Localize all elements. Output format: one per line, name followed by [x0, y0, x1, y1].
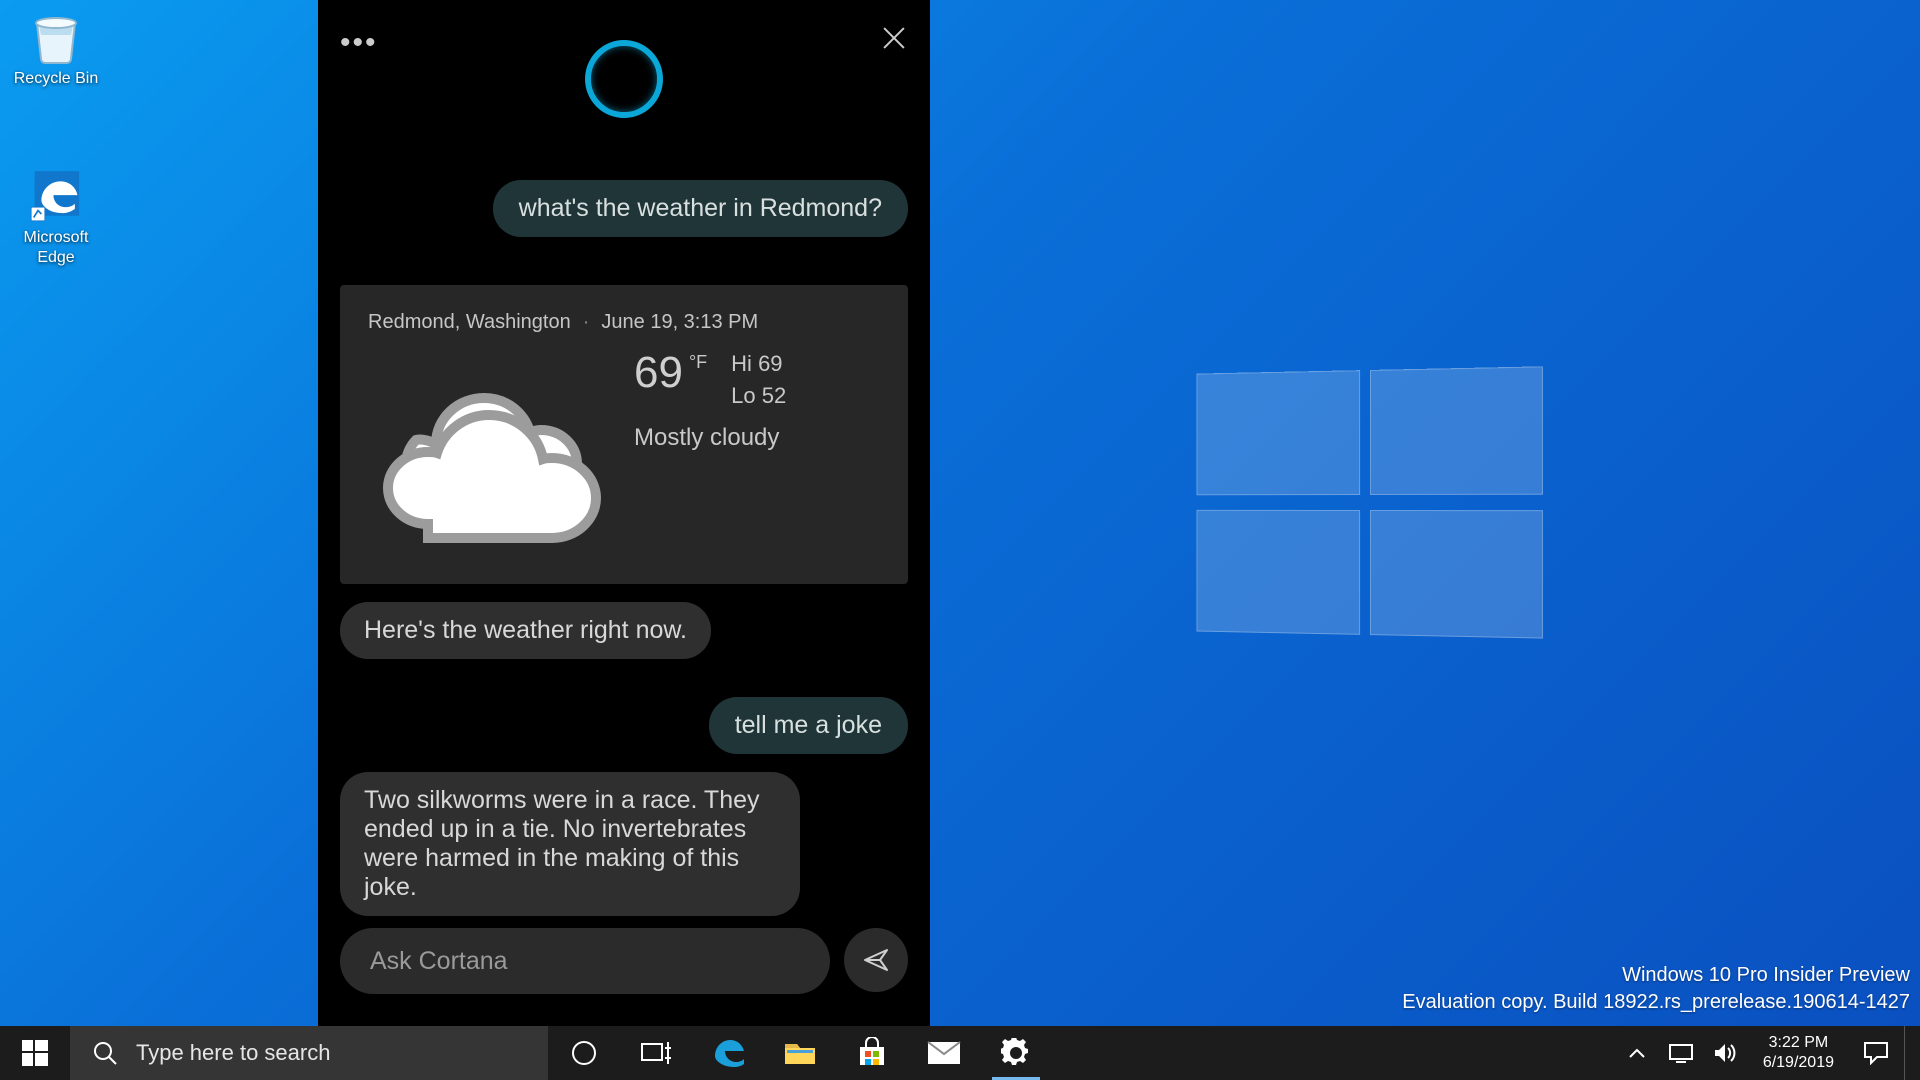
clock-date: 6/19/2019: [1763, 1053, 1834, 1073]
weather-cloudy-icon: [368, 348, 608, 548]
user-message: tell me a joke: [709, 697, 908, 754]
taskbar-app-explorer[interactable]: [764, 1026, 836, 1080]
taskbar-app-store[interactable]: [836, 1026, 908, 1080]
tray-network[interactable]: [1661, 1026, 1701, 1080]
windows-watermark: Windows 10 Pro Insider Preview Evaluatio…: [1402, 962, 1910, 1016]
assistant-message: Here's the weather right now.: [340, 602, 711, 659]
tray-overflow[interactable]: [1617, 1026, 1657, 1080]
taskbar-app-edge[interactable]: [692, 1026, 764, 1080]
send-icon: [862, 946, 890, 974]
cortana-circle-icon: [570, 1039, 598, 1067]
mail-icon: [926, 1040, 962, 1066]
taskbar-search[interactable]: [70, 1026, 548, 1080]
desktop-icon-recycle-bin[interactable]: Recycle Bin: [8, 10, 104, 88]
edge-icon: [711, 1036, 745, 1070]
wallpaper-windows-logo: [1196, 366, 1549, 644]
store-icon: [856, 1037, 888, 1069]
cortana-ring-icon: [585, 40, 663, 118]
action-center-button[interactable]: [1852, 1026, 1900, 1080]
more-options-button[interactable]: •••: [340, 26, 378, 60]
gear-icon: [1001, 1038, 1031, 1068]
weather-location: Redmond, Washington: [368, 311, 571, 334]
network-icon: [1668, 1042, 1694, 1064]
cortana-input[interactable]: [340, 928, 830, 994]
desktop-icon-edge[interactable]: Microsoft Edge: [8, 168, 104, 268]
edge-icon: [26, 168, 86, 224]
taskbar-clock[interactable]: 3:22 PM 6/19/2019: [1749, 1033, 1848, 1073]
taskbar-app-settings[interactable]: [980, 1026, 1052, 1080]
chevron-up-icon: [1628, 1046, 1646, 1060]
desktop-icon-label: Recycle Bin: [8, 70, 104, 88]
task-view-button[interactable]: [620, 1026, 692, 1080]
notification-icon: [1863, 1041, 1889, 1065]
weather-hi: 69: [758, 351, 782, 376]
file-explorer-icon: [783, 1038, 817, 1068]
taskbar-search-input[interactable]: [136, 1040, 542, 1066]
user-message: what's the weather in Redmond?: [493, 180, 908, 237]
search-icon: [92, 1040, 118, 1066]
task-view-icon: [640, 1040, 672, 1066]
send-button[interactable]: [844, 928, 908, 992]
desktop-icon-label: Microsoft Edge: [8, 228, 104, 268]
cortana-taskbar-button[interactable]: [548, 1026, 620, 1080]
weather-condition: Mostly cloudy: [634, 424, 786, 452]
weather-temp-unit: °F: [689, 352, 707, 373]
clock-time: 3:22 PM: [1769, 1033, 1829, 1053]
cortana-panel: ••• what's the weather in Redmond? Redmo…: [318, 0, 930, 1026]
weather-card[interactable]: Redmond, Washington · June 19, 3:13 PM 6…: [340, 285, 908, 584]
volume-icon: [1713, 1042, 1737, 1064]
taskbar-app-mail[interactable]: [908, 1026, 980, 1080]
cortana-chat-scroll: what's the weather in Redmond? Redmond, …: [318, 112, 930, 1026]
tray-volume[interactable]: [1705, 1026, 1745, 1080]
show-desktop-button[interactable]: [1904, 1026, 1914, 1080]
close-button[interactable]: [878, 22, 910, 54]
start-button[interactable]: [0, 1026, 70, 1080]
assistant-message: Two silkworms were in a race. They ended…: [340, 772, 800, 916]
recycle-bin-icon: [26, 10, 86, 66]
weather-timestamp: June 19, 3:13 PM: [601, 311, 758, 334]
taskbar: 3:22 PM 6/19/2019: [0, 1026, 1920, 1080]
weather-temp: 69: [634, 348, 683, 398]
weather-lo: 52: [762, 383, 786, 408]
windows-start-icon: [22, 1040, 48, 1066]
